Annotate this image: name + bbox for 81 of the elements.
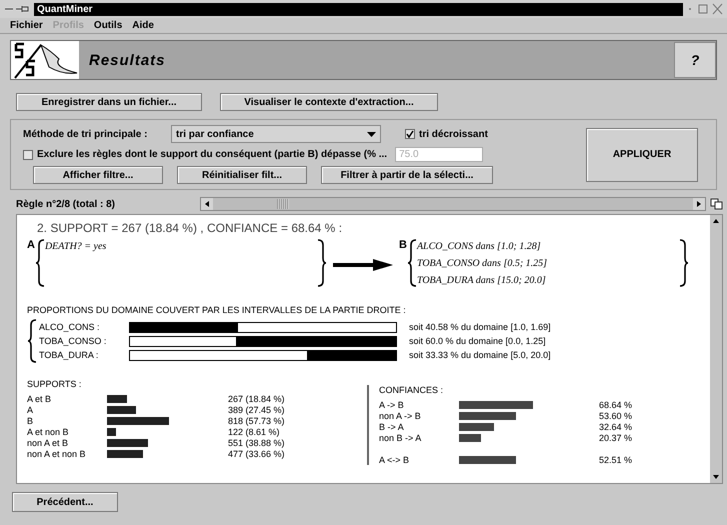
rule-scrollbar[interactable] bbox=[200, 197, 706, 211]
filter-button[interactable]: Filtrer à partir de la sélecti... bbox=[321, 166, 493, 184]
scroll-right-icon[interactable] bbox=[693, 198, 705, 210]
stat-label: A <-> B bbox=[379, 455, 410, 465]
stat-label: A et B bbox=[27, 394, 52, 404]
stat-bar bbox=[107, 417, 169, 425]
stat-bar bbox=[107, 395, 127, 403]
stat-label: A -> B bbox=[379, 400, 405, 410]
side-label: A bbox=[27, 239, 35, 251]
proportion-reading: soit 33.33 % du domaine [5.0, 20.0] bbox=[409, 350, 551, 360]
consequent-item: ALCO_CONS dans [1.0; 1.28] bbox=[416, 241, 542, 252]
attribute-label: TOBA_DURA : bbox=[39, 350, 100, 360]
scroll-left-icon[interactable] bbox=[201, 198, 213, 210]
stat-value: 389 (27.45 %) bbox=[228, 405, 285, 415]
stat-bar bbox=[459, 412, 516, 420]
stat-bar bbox=[459, 456, 516, 464]
stat-label: non A et B bbox=[27, 438, 70, 448]
brace-icon bbox=[34, 239, 45, 287]
vertical-scrollbar[interactable] bbox=[710, 215, 722, 483]
attribute-label: ALCO_CONS : bbox=[39, 322, 101, 332]
flag-logo-drawing bbox=[11, 41, 79, 79]
stat-value: 53.60 % bbox=[599, 411, 632, 421]
brace-icon bbox=[679, 239, 689, 287]
filter-button[interactable]: Afficher filtre... bbox=[33, 166, 163, 184]
stat-value: 68.64 % bbox=[599, 400, 632, 410]
stat-label: A et non B bbox=[27, 427, 70, 437]
stat-label: non A et non B bbox=[27, 449, 87, 459]
consequent-item: TOBA_CONSO dans [0.5; 1.25] bbox=[416, 258, 548, 269]
stat-label: A bbox=[27, 405, 34, 415]
sort-label: Méthode de tri principale : bbox=[23, 128, 148, 140]
help-button[interactable]: ? bbox=[674, 42, 716, 78]
antecedent-item: DEATH? = yes bbox=[44, 241, 108, 252]
stat-value: 32.64 % bbox=[599, 422, 632, 432]
stat-label: non A -> B bbox=[379, 411, 422, 421]
previous-button[interactable]: Précédent... bbox=[12, 492, 118, 512]
confidences-title: CONFIANCES : bbox=[379, 385, 444, 395]
stat-bar bbox=[107, 406, 136, 414]
stat-bar bbox=[459, 423, 494, 431]
stat-value: 551 (38.88 %) bbox=[228, 438, 285, 448]
proportion-reading: soit 60.0 % du domaine [0.0, 1.25] bbox=[409, 336, 546, 346]
header-title: Resultats bbox=[88, 52, 167, 68]
descending-checkbox[interactable]: tri décroissant bbox=[405, 128, 488, 140]
proportion-reading: soit 40.58 % du domaine [1.0, 1.69] bbox=[409, 322, 551, 332]
stat-value: 267 (18.84 %) bbox=[228, 394, 285, 404]
window-menu-icon[interactable] bbox=[4, 4, 30, 14]
scroll-thumb[interactable] bbox=[277, 199, 289, 209]
sort-dropdown[interactable]: tri par confiance bbox=[171, 125, 381, 143]
stat-label: non B -> A bbox=[379, 433, 422, 443]
apply-button[interactable]: APPLIQUER bbox=[586, 128, 698, 182]
stat-bar bbox=[107, 450, 143, 458]
stat-label: B bbox=[27, 416, 34, 426]
filter-button[interactable]: Réinitialiser filt... bbox=[177, 166, 307, 184]
window-controls-icon[interactable] bbox=[687, 3, 723, 15]
rule-heading: 2. SUPPORT = 267 (18.84 %) , CONFIANCE = 68.64 % : bbox=[36, 221, 344, 235]
brace-icon bbox=[27, 319, 37, 363]
stat-value: 20.37 % bbox=[599, 433, 632, 443]
brace-icon bbox=[317, 239, 327, 287]
action-button[interactable]: Enregistrer dans un fichier... bbox=[16, 93, 202, 111]
consequent-item: TOBA_DURA dans [15.0; 20.0] bbox=[416, 275, 547, 286]
stat-bar bbox=[107, 439, 148, 447]
caret-icon bbox=[367, 132, 376, 136]
stat-value: 818 (57.73 %) bbox=[228, 416, 285, 426]
menu-item[interactable]: Outils bbox=[94, 20, 122, 31]
copy-icon[interactable] bbox=[710, 198, 723, 210]
menu-item[interactable]: Aide bbox=[132, 20, 154, 31]
stat-label: B -> A bbox=[379, 422, 405, 432]
supports-title: SUPPORTS : bbox=[27, 379, 82, 389]
menu-item[interactable]: Fichier bbox=[10, 20, 43, 31]
implication-arrow-icon bbox=[333, 259, 393, 271]
stat-value: 122 (8.61 %) bbox=[228, 427, 280, 437]
attribute-label: TOBA_CONSO : bbox=[39, 336, 108, 346]
rule-counter: Règle n°2/8 (total : 8) bbox=[16, 198, 116, 210]
stat-value: 477 (33.66 %) bbox=[228, 449, 285, 459]
proportions-title: PROPORTIONS DU DOMAINE COUVERT PAR LES INTERVALLES DE LA PARTIE DROITE : bbox=[27, 305, 407, 315]
stat-value: 52.51 % bbox=[599, 455, 632, 465]
side-label: B bbox=[399, 239, 407, 251]
window-title: QuantMiner bbox=[34, 2, 683, 16]
action-button[interactable]: Visualiser le contexte d'extraction... bbox=[220, 93, 438, 111]
stat-bar bbox=[107, 428, 116, 436]
stat-bar bbox=[459, 434, 481, 442]
brace-icon bbox=[406, 239, 417, 287]
